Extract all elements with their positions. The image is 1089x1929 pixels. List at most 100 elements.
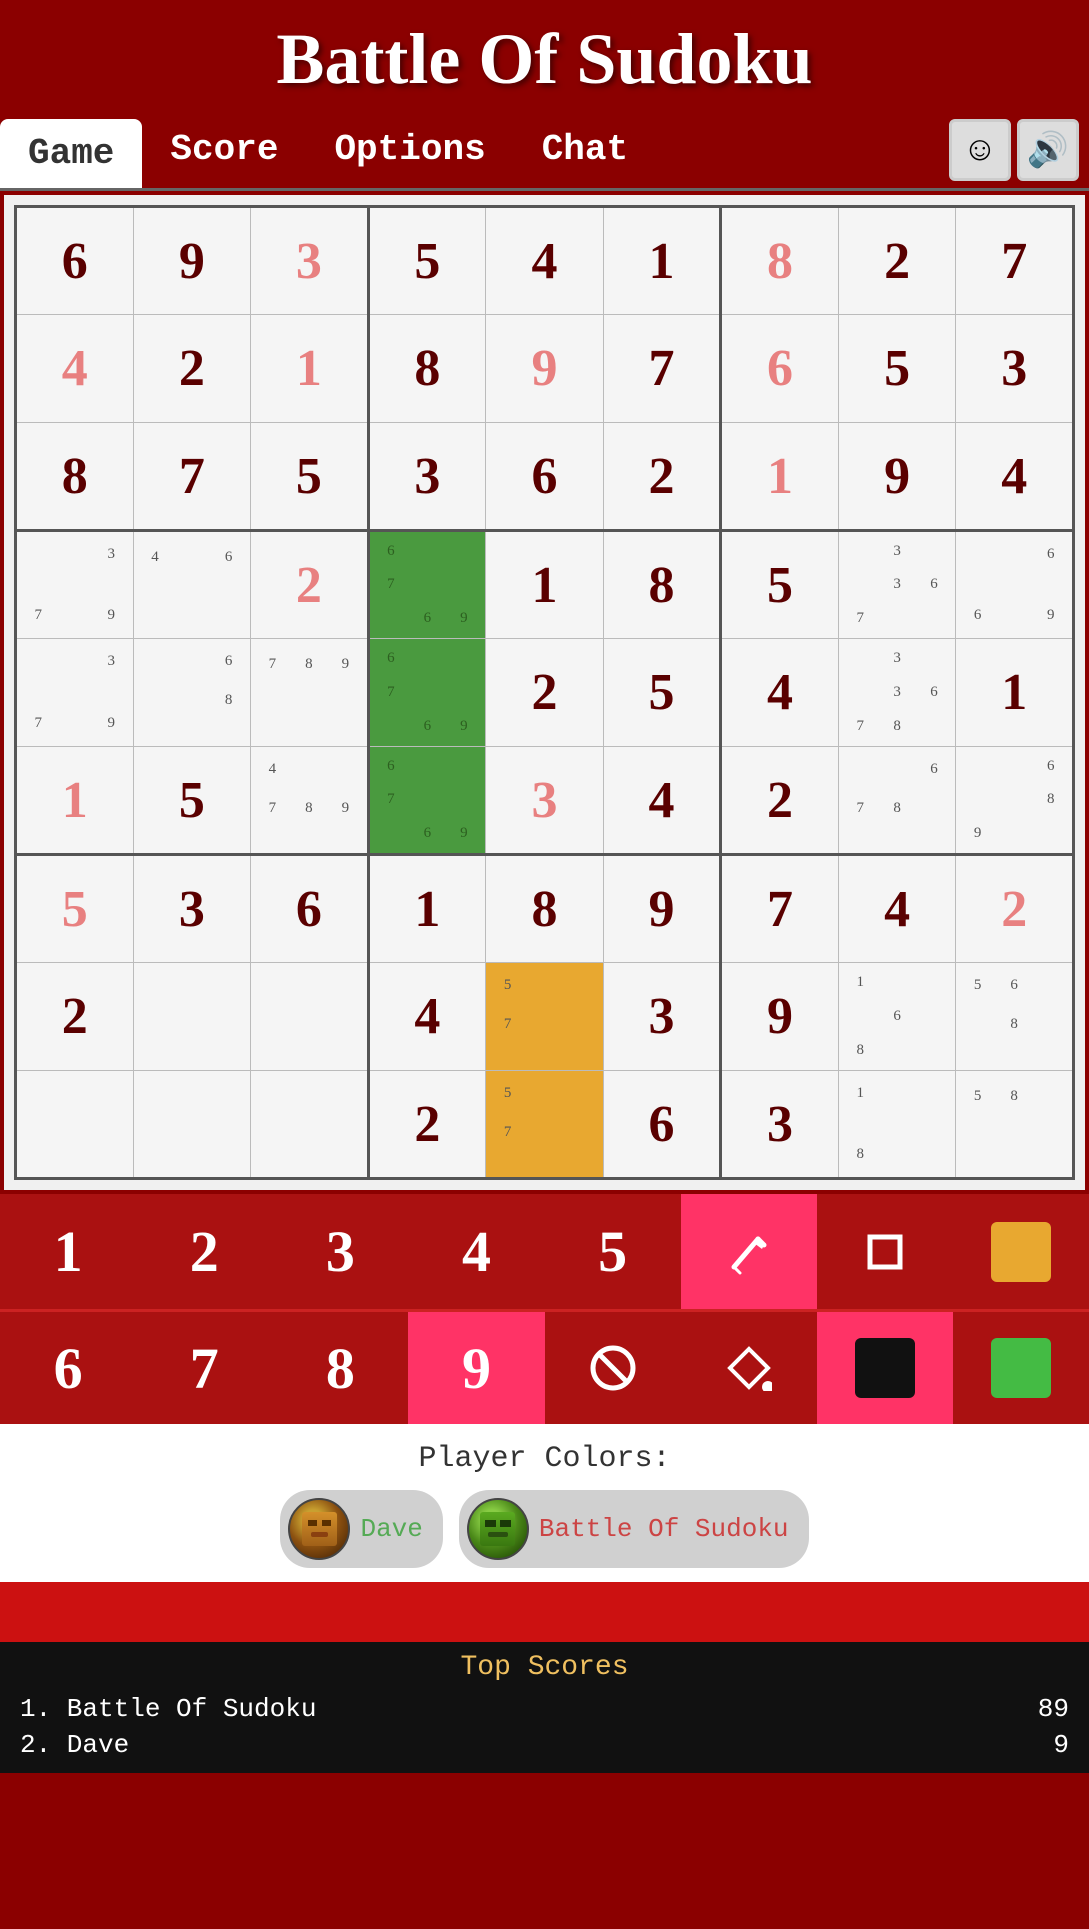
cell-r3c2[interactable]: 7 — [133, 423, 251, 531]
digit-4-button[interactable]: 4 — [408, 1194, 544, 1309]
cell-r4c6[interactable]: 8 — [603, 531, 721, 639]
cell-r4c4[interactable]: 6769 — [368, 531, 486, 639]
cell-r7c4[interactable]: 1 — [368, 855, 486, 963]
cell-r8c8[interactable]: 168 — [838, 963, 956, 1071]
cell-r7c9[interactable]: 2 — [956, 855, 1074, 963]
cell-r3c1[interactable]: 8 — [16, 423, 134, 531]
cell-r1c4[interactable]: 5 — [368, 207, 486, 315]
square-tool-button[interactable] — [817, 1194, 953, 1309]
cell-r7c5[interactable]: 8 — [486, 855, 604, 963]
cell-r7c7[interactable]: 7 — [721, 855, 839, 963]
cell-r6c1[interactable]: 1 — [16, 747, 134, 855]
cell-r1c6[interactable]: 1 — [603, 207, 721, 315]
cell-r1c5[interactable]: 4 — [486, 207, 604, 315]
cell-r4c7[interactable]: 5 — [721, 531, 839, 639]
tab-chat[interactable]: Chat — [514, 111, 656, 188]
cell-r9c6[interactable]: 6 — [603, 1071, 721, 1179]
cell-r8c7[interactable]: 9 — [721, 963, 839, 1071]
cell-r2c5[interactable]: 9 — [486, 315, 604, 423]
sound-button[interactable]: 🔊 — [1017, 119, 1079, 181]
cell-r6c2[interactable]: 5 — [133, 747, 251, 855]
cell-r5c5[interactable]: 2 — [486, 639, 604, 747]
cell-r5c3[interactable]: 789 — [251, 639, 369, 747]
cell-r4c2[interactable]: 46 — [133, 531, 251, 639]
cell-r2c3[interactable]: 1 — [251, 315, 369, 423]
cell-r7c1[interactable]: 5 — [16, 855, 134, 963]
color-black-button[interactable] — [817, 1312, 953, 1424]
tab-game[interactable]: Game — [0, 119, 142, 188]
cell-r1c9[interactable]: 7 — [956, 207, 1074, 315]
cell-r3c8[interactable]: 9 — [838, 423, 956, 531]
digit-2-button[interactable]: 2 — [136, 1194, 272, 1309]
cell-r5c2[interactable]: 68 — [133, 639, 251, 747]
cell-r4c8[interactable]: 3367 — [838, 531, 956, 639]
cell-r6c9[interactable]: 689 — [956, 747, 1074, 855]
cell-r9c1[interactable] — [16, 1071, 134, 1179]
cell-r5c7[interactable]: 4 — [721, 639, 839, 747]
cell-r8c2[interactable] — [133, 963, 251, 1071]
cell-r2c4[interactable]: 8 — [368, 315, 486, 423]
cell-r4c1[interactable]: 379 — [16, 531, 134, 639]
color-green-button[interactable] — [953, 1312, 1089, 1424]
digit-9-button[interactable]: 9 — [408, 1312, 544, 1424]
cell-r5c1[interactable]: 379 — [16, 639, 134, 747]
cell-r2c2[interactable]: 2 — [133, 315, 251, 423]
tab-options[interactable]: Options — [306, 111, 513, 188]
cell-r9c7[interactable]: 3 — [721, 1071, 839, 1179]
pencil-tool-button[interactable] — [681, 1194, 817, 1309]
cell-r1c1[interactable]: 6 — [16, 207, 134, 315]
cell-r7c2[interactable]: 3 — [133, 855, 251, 963]
cell-r6c6[interactable]: 4 — [603, 747, 721, 855]
cell-r3c4[interactable]: 3 — [368, 423, 486, 531]
cell-r6c4[interactable]: 6769 — [368, 747, 486, 855]
cell-r7c6[interactable]: 9 — [603, 855, 721, 963]
cell-r9c8[interactable]: 18 — [838, 1071, 956, 1179]
cell-r6c3[interactable]: 4789 — [251, 747, 369, 855]
emoji-button[interactable]: ☺ — [949, 119, 1011, 181]
cell-r4c9[interactable]: 669 — [956, 531, 1074, 639]
digit-3-button[interactable]: 3 — [272, 1194, 408, 1309]
cell-r2c8[interactable]: 5 — [838, 315, 956, 423]
cell-r2c9[interactable]: 3 — [956, 315, 1074, 423]
cell-r8c1[interactable]: 2 — [16, 963, 134, 1071]
cell-r1c3[interactable]: 3 — [251, 207, 369, 315]
cell-r5c4[interactable]: 6769 — [368, 639, 486, 747]
cell-r9c4[interactable]: 2 — [368, 1071, 486, 1179]
cell-r2c1[interactable]: 4 — [16, 315, 134, 423]
cell-r1c7[interactable]: 8 — [721, 207, 839, 315]
cell-r5c6[interactable]: 5 — [603, 639, 721, 747]
cell-r9c9[interactable]: 58 — [956, 1071, 1074, 1179]
cell-r4c5[interactable]: 1 — [486, 531, 604, 639]
digit-1-button[interactable]: 1 — [0, 1194, 136, 1309]
cell-r4c3[interactable]: 2 — [251, 531, 369, 639]
cell-r3c7[interactable]: 1 — [721, 423, 839, 531]
cell-r6c8[interactable]: 678 — [838, 747, 956, 855]
cell-r7c8[interactable]: 4 — [838, 855, 956, 963]
cell-r6c5[interactable]: 3 — [486, 747, 604, 855]
digit-6-button[interactable]: 6 — [0, 1312, 136, 1424]
cell-r8c4[interactable]: 4 — [368, 963, 486, 1071]
cell-r3c3[interactable]: 5 — [251, 423, 369, 531]
diamond-tool-button[interactable] — [681, 1312, 817, 1424]
color-orange-button[interactable] — [953, 1194, 1089, 1309]
cell-r3c9[interactable]: 4 — [956, 423, 1074, 531]
cell-r2c7[interactable]: 6 — [721, 315, 839, 423]
cell-r8c5[interactable]: 57 — [486, 963, 604, 1071]
cell-r3c6[interactable]: 2 — [603, 423, 721, 531]
erase-tool-button[interactable] — [545, 1312, 681, 1424]
digit-5-button[interactable]: 5 — [545, 1194, 681, 1309]
cell-r9c5[interactable]: 57 — [486, 1071, 604, 1179]
cell-r8c6[interactable]: 3 — [603, 963, 721, 1071]
cell-r5c9[interactable]: 1 — [956, 639, 1074, 747]
cell-r9c3[interactable] — [251, 1071, 369, 1179]
cell-r8c9[interactable]: 568 — [956, 963, 1074, 1071]
cell-r1c2[interactable]: 9 — [133, 207, 251, 315]
cell-r1c8[interactable]: 2 — [838, 207, 956, 315]
cell-r3c5[interactable]: 6 — [486, 423, 604, 531]
cell-r5c8[interactable]: 33678 — [838, 639, 956, 747]
cell-r6c7[interactable]: 2 — [721, 747, 839, 855]
cell-r7c3[interactable]: 6 — [251, 855, 369, 963]
digit-7-button[interactable]: 7 — [136, 1312, 272, 1424]
cell-r8c3[interactable] — [251, 963, 369, 1071]
digit-8-button[interactable]: 8 — [272, 1312, 408, 1424]
